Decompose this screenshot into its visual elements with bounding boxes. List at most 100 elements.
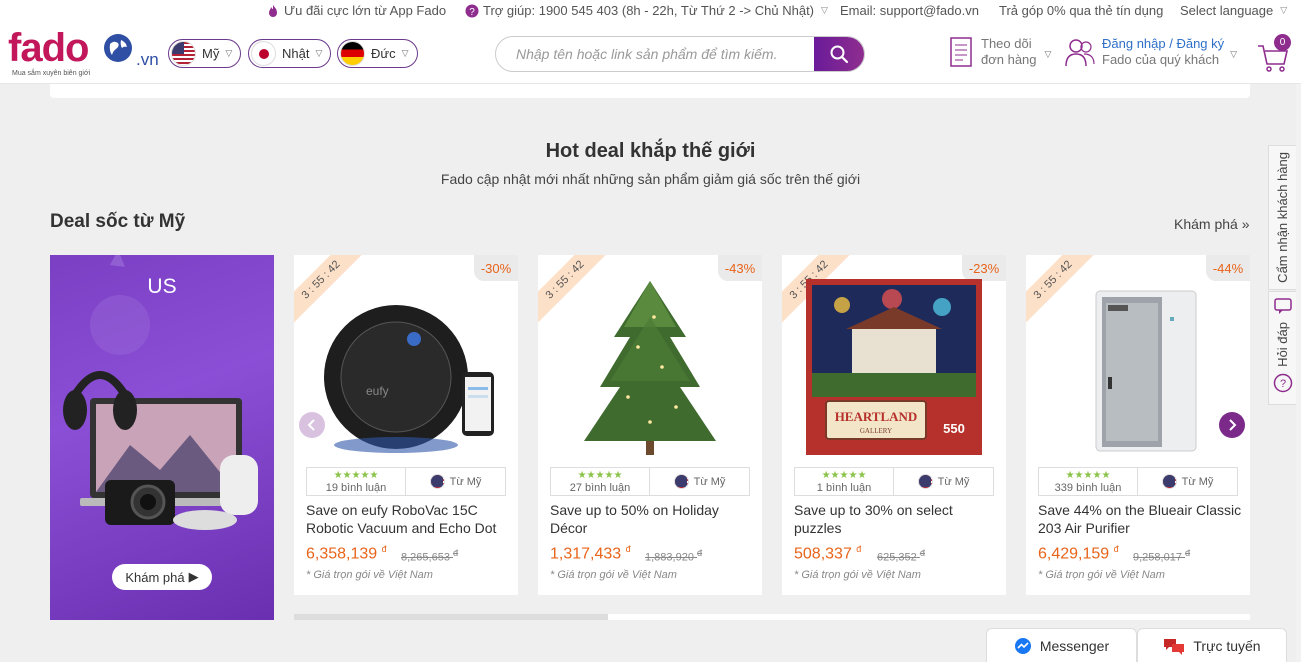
old-price: 9,258,017 đ	[1133, 548, 1190, 564]
product-name[interactable]: Save up to 30% on select puzzles	[794, 501, 998, 537]
rating: ★★★★★ 1 bình luận	[795, 468, 894, 495]
rating-stars-icon: ★★★★★	[1065, 470, 1111, 481]
old-price: 625,352 đ	[877, 548, 925, 564]
currency-symbol: đ	[697, 548, 703, 558]
carousel-prev-button[interactable]	[299, 412, 325, 438]
us-flag-icon	[673, 474, 689, 489]
explore-link[interactable]: Khám phá »	[1174, 216, 1250, 232]
price-note: * Giá trọn gói về Việt Nam	[306, 569, 433, 581]
page-scrollbar[interactable]	[1296, 84, 1301, 662]
live-chat-button[interactable]: Trực tuyến	[1137, 628, 1287, 662]
product-meta: ★★★★★ 1 bình luận Từ Mỹ	[794, 467, 994, 496]
search-input[interactable]	[496, 37, 816, 71]
app-promo-link[interactable]: Ưu đãi cực lớn từ App Fado	[266, 3, 446, 18]
logo[interactable]: fado .vn Mua sắm xuyên biên giới	[8, 26, 163, 80]
search-box	[495, 36, 865, 72]
price-value: 6,358,139	[306, 545, 378, 563]
chevron-down-icon: ▽	[1230, 49, 1238, 59]
banner-button-label: Khám phá	[125, 569, 185, 585]
currency-symbol: đ	[453, 548, 459, 558]
origin: Từ Mỹ	[406, 468, 505, 495]
review-count: 19 bình luận	[325, 482, 387, 494]
country-de-button[interactable]: Đức ▽	[337, 39, 418, 68]
messenger-button[interactable]: Messenger	[986, 628, 1137, 662]
product-card[interactable]: 3 : 55 : 42 -43% ★★★★★ 27 bình luận Từ M…	[538, 255, 762, 595]
svg-text:?: ?	[469, 7, 475, 18]
svg-text:?: ?	[1279, 378, 1285, 390]
track-orders-line2: đơn hàng	[981, 52, 1037, 67]
product-name[interactable]: Save on eufy RoboVac 15C Robotic Vacuum …	[306, 501, 510, 537]
faq-tab[interactable]: Hỏi đáp ?	[1268, 291, 1296, 405]
question-icon: ?	[1273, 373, 1292, 393]
search-button[interactable]	[814, 37, 864, 71]
chat-bubbles-icon	[1164, 638, 1185, 655]
customer-feedback-label: Cẩm nhận khách hàng	[1275, 152, 1290, 283]
deal-row-title: Deal sốc từ Mỹ	[50, 211, 186, 232]
support-dropdown[interactable]: ? Trợ giúp: 1900 545 403 (8h - 22h, Từ T…	[465, 3, 828, 18]
currency-symbol: đ	[1185, 548, 1191, 558]
language-select[interactable]: Select language ▽	[1180, 3, 1287, 18]
logo-tld: .vn	[136, 50, 159, 69]
country-us-button[interactable]: Mỹ ▽	[168, 39, 242, 68]
rating-stars-icon: ★★★★★	[577, 470, 623, 481]
chevron-down-icon: ▽	[1280, 5, 1288, 15]
support-email[interactable]: Email: support@fado.vn	[840, 3, 979, 18]
cart-count-badge: 0	[1274, 34, 1291, 51]
installment-text: Trả góp 0% qua thẻ tín dụng	[999, 3, 1164, 18]
product-card[interactable]: 3 : 55 : 42 -30% eufy ★★★★★ 19 bình luận…	[294, 255, 518, 595]
product-name[interactable]: Save 44% on the Blueair Classic 203 Air …	[1038, 501, 1242, 537]
account-menu[interactable]: Đăng nhập / Đăng ký Fado của quý khách ▽	[1064, 36, 1237, 68]
logo-tagline: Mua sắm xuyên biên giới	[12, 70, 91, 77]
rating-stars-icon: ★★★★★	[821, 470, 867, 481]
old-price: 1,883,920 đ	[645, 548, 702, 564]
installment-link[interactable]: Trả góp 0% qua thẻ tín dụng	[999, 3, 1163, 18]
puzzle-count-text: 550	[943, 421, 965, 436]
us-flag-icon	[429, 474, 445, 489]
carousel-next-button[interactable]	[1219, 412, 1245, 438]
rating: ★★★★★ 27 bình luận	[551, 468, 650, 495]
chevron-down-icon: ▽	[1044, 49, 1052, 59]
puzzle-box-image: HEARTLAND GALLERY 550	[806, 279, 982, 455]
chevron-down-icon: ▽	[225, 48, 233, 58]
us-flag-icon	[1161, 474, 1177, 489]
customer-feedback-tab[interactable]: Cẩm nhận khách hàng	[1268, 145, 1296, 290]
section-subtitle: Fado cập nhật mới nhất những sản phẩm gi…	[440, 171, 861, 187]
us-flag-icon	[917, 474, 933, 489]
currency-symbol: đ	[625, 544, 631, 554]
faq-label: Hỏi đáp	[1275, 322, 1290, 367]
search-icon	[830, 45, 849, 64]
origin-label: Từ Mỹ	[1181, 475, 1214, 488]
product-price: 1,317,433 đ	[550, 544, 631, 563]
origin-label: Từ Mỹ	[937, 475, 970, 488]
us-promo-banner[interactable]: US Khám phá ▶	[50, 255, 274, 620]
country-label: Đức	[371, 46, 396, 61]
country-jp-button[interactable]: Nhật ▽	[248, 39, 332, 68]
germany-flag-icon	[340, 41, 365, 66]
origin-label: Từ Mỹ	[693, 475, 726, 488]
track-orders-link[interactable]: Theo dõi đơn hàng ▽	[949, 36, 1051, 68]
track-orders-line1: Theo dõi	[981, 36, 1032, 51]
cart-button[interactable]: 0	[1256, 34, 1296, 74]
login-register-link[interactable]: Đăng nhập / Đăng ký	[1102, 36, 1224, 52]
review-count: 1 bình luận	[816, 482, 872, 494]
country-label: Nhật	[282, 46, 310, 61]
origin: Từ Mỹ	[1138, 468, 1237, 495]
puzzle-sub-text: GALLERY	[860, 427, 892, 435]
rating-stars-icon: ★★★★★	[333, 470, 379, 481]
banner-explore-button[interactable]: Khám phá ▶	[112, 564, 212, 590]
product-card[interactable]: 3 : 55 : 42 -44% ★★★★★ 339 bình luận Từ …	[1026, 255, 1250, 595]
messenger-icon	[1014, 637, 1031, 654]
rating: ★★★★★ 339 bình luận	[1039, 468, 1138, 495]
fire-icon	[269, 4, 277, 17]
puzzle-brand-text: HEARTLAND	[835, 409, 918, 424]
carousel-scrollbar-thumb[interactable]	[294, 614, 608, 620]
old-price: 8,265,653 đ	[401, 548, 458, 564]
section-title: Hot deal khắp thế giới	[545, 140, 756, 162]
carousel-scrollbar[interactable]	[294, 614, 1250, 620]
product-name[interactable]: Save up to 50% on Holiday Décor	[550, 501, 754, 537]
product-card[interactable]: 3 : 55 : 42 -23% HEARTLAND GALLERY 550 ★…	[782, 255, 1006, 595]
currency-symbol: đ	[1113, 544, 1119, 554]
help-icon: ?	[465, 4, 479, 18]
messenger-label: Messenger	[1039, 637, 1110, 654]
currency-symbol: đ	[856, 544, 862, 554]
